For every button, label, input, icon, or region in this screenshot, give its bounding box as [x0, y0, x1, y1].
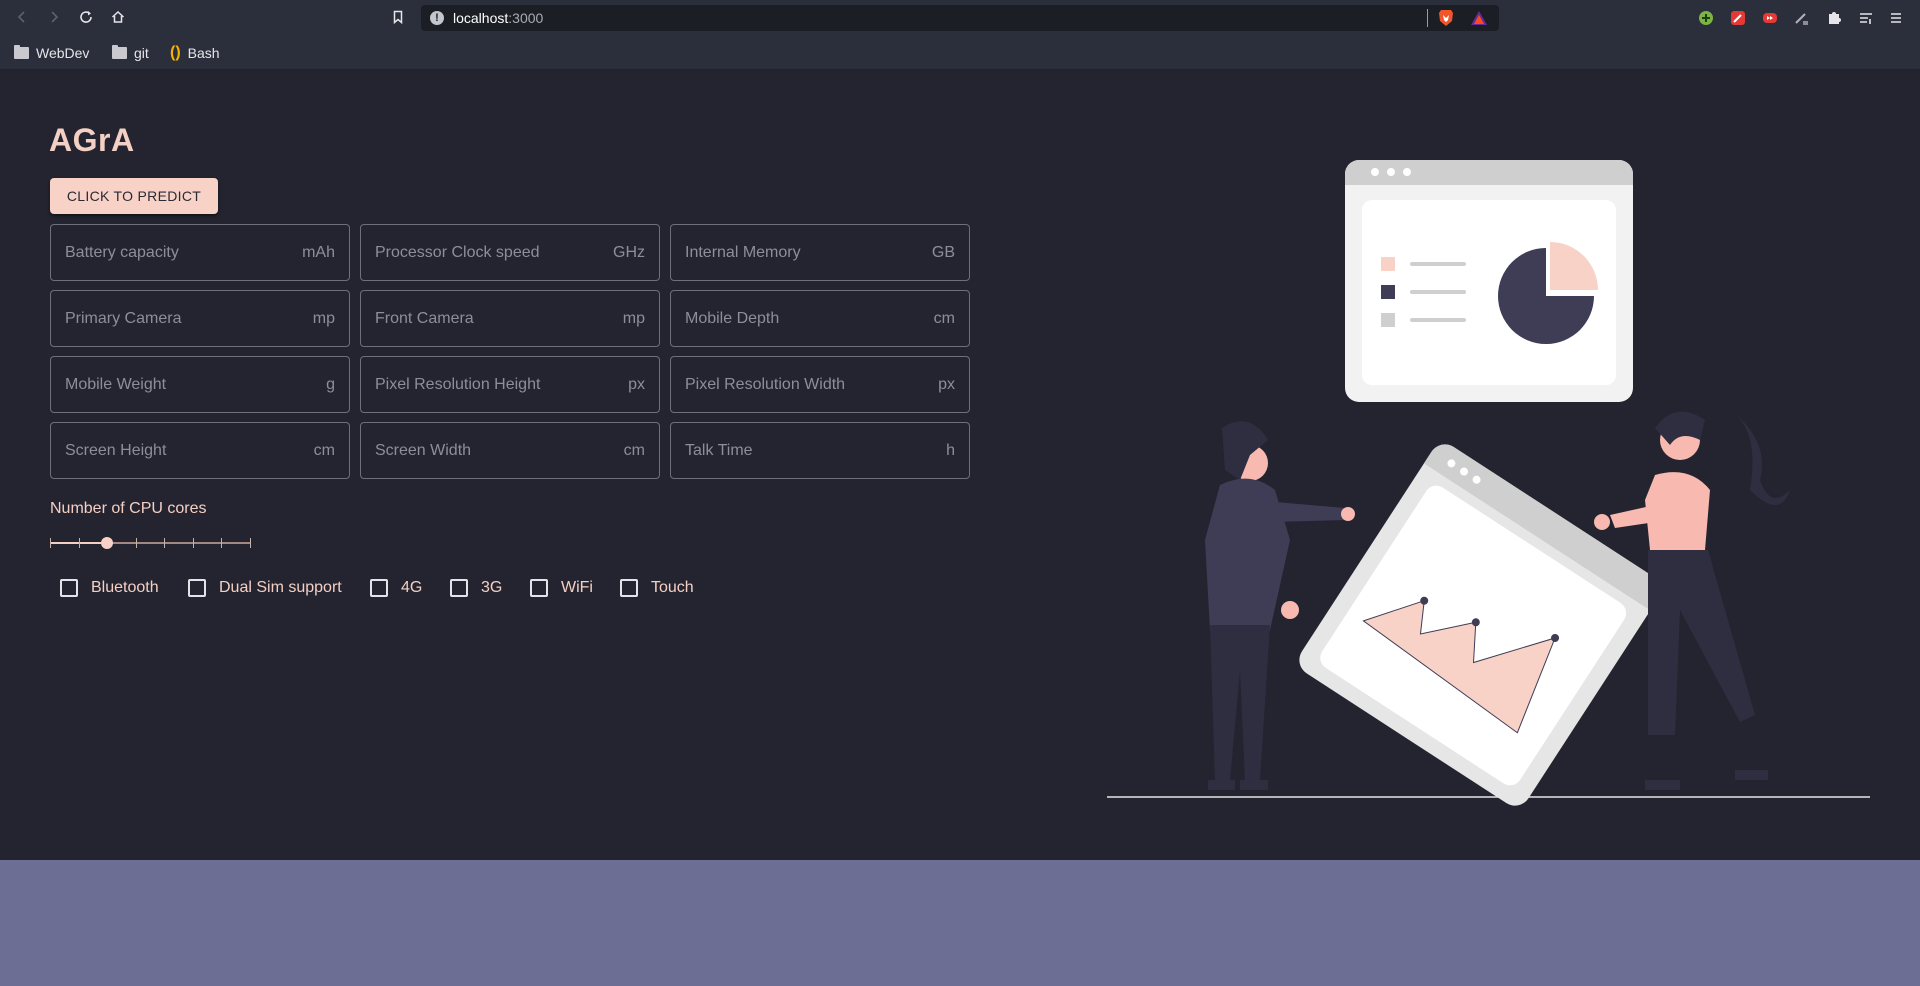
slider-tick — [135, 538, 137, 548]
checkbox-bluetooth[interactable]: Bluetooth — [60, 576, 159, 600]
extension-video-icon[interactable] — [1761, 9, 1779, 27]
checkbox-label: 4G — [401, 579, 423, 596]
spec-field[interactable]: mp — [50, 290, 350, 347]
checkbox-dual-sim-support[interactable]: Dual Sim support — [188, 576, 342, 600]
extension-plus-icon[interactable] — [1697, 9, 1715, 27]
spec-input[interactable] — [51, 357, 349, 412]
spec-field[interactable]: cm — [360, 422, 660, 479]
checkbox-box[interactable] — [60, 579, 78, 597]
unit-label: mp — [312, 310, 335, 327]
slider-tick — [78, 538, 80, 548]
checkbox-label: Touch — [651, 579, 694, 596]
pie-chart-window-graphic — [1345, 160, 1633, 402]
menu-icon[interactable] — [1887, 9, 1905, 27]
url-text: localhost:3000 — [453, 10, 544, 26]
spec-input[interactable] — [51, 423, 349, 478]
illustration — [1107, 160, 1870, 806]
checkbox-box[interactable] — [450, 579, 468, 597]
slider-tick — [164, 538, 166, 548]
spec-field[interactable]: GB — [670, 224, 970, 281]
spec-input[interactable] — [671, 357, 969, 412]
spec-input[interactable] — [361, 423, 659, 478]
brave-shield-icon[interactable] — [1437, 9, 1455, 27]
slider-tick — [50, 538, 51, 548]
spec-field[interactable]: mp — [360, 290, 660, 347]
spec-input[interactable] — [671, 291, 969, 346]
spec-field[interactable]: px — [670, 356, 970, 413]
spec-field[interactable]: cm — [50, 422, 350, 479]
app-title: AGrA — [49, 122, 135, 158]
bookmarks-bar: WebDev git () Bash — [0, 36, 1920, 70]
browser-toolbar: ! localhost:3000 — [0, 0, 1920, 36]
spec-field[interactable]: g — [50, 356, 350, 413]
unit-label: cm — [623, 442, 645, 459]
url-divider — [1427, 9, 1428, 27]
spec-field[interactable]: px — [360, 356, 660, 413]
checkbox-3g[interactable]: 3G — [450, 576, 502, 600]
unit-label: px — [628, 376, 645, 393]
bookmark-git[interactable]: git — [112, 43, 149, 63]
checkbox-touch[interactable]: Touch — [620, 576, 694, 600]
unit-label: px — [938, 376, 955, 393]
bookmark-bash[interactable]: () Bash — [170, 43, 220, 63]
checkbox-label: 3G — [481, 579, 503, 596]
checkbox-box[interactable] — [620, 579, 638, 597]
bookmark-icon[interactable] — [387, 6, 409, 28]
spec-input[interactable] — [671, 423, 969, 478]
spec-field[interactable]: mAh — [50, 224, 350, 281]
spec-input[interactable] — [361, 291, 659, 346]
bookmark-label: Bash — [187, 45, 220, 61]
checkbox-wifi[interactable]: WiFi — [530, 576, 593, 600]
spec-input[interactable] — [671, 225, 969, 280]
slider-tick — [192, 538, 194, 548]
spec-field[interactable]: h — [670, 422, 970, 479]
checkbox-label: Bluetooth — [91, 579, 159, 596]
slider-thumb[interactable] — [101, 537, 114, 549]
spec-field[interactable]: GHz — [360, 224, 660, 281]
bash-icon: () — [170, 44, 181, 61]
unit-label: mAh — [302, 244, 335, 261]
checkbox-4g[interactable]: 4G — [370, 576, 422, 600]
home-icon[interactable] — [107, 6, 129, 28]
address-bar[interactable]: ! localhost:3000 — [421, 5, 1499, 31]
extensions-puzzle-icon[interactable] — [1825, 9, 1843, 27]
checkbox-label: Dual Sim support — [219, 579, 342, 596]
unit-label: h — [946, 442, 955, 459]
extension-color-picker-icon[interactable] — [1793, 9, 1811, 27]
bookmark-label: git — [134, 45, 149, 61]
folder-icon — [14, 45, 29, 59]
bookmark-webdev[interactable]: WebDev — [14, 43, 89, 63]
checkbox-box[interactable] — [530, 579, 548, 597]
reload-icon[interactable] — [75, 6, 97, 28]
unit-label: g — [326, 376, 335, 393]
predict-button[interactable]: CLICK TO PREDICT — [50, 178, 218, 214]
forward-icon[interactable] — [43, 6, 65, 28]
folder-icon — [112, 45, 127, 59]
checkbox-box[interactable] — [188, 579, 206, 597]
spec-field[interactable]: cm — [670, 290, 970, 347]
tilted-screen-graphic — [1299, 444, 1661, 806]
cpu-cores-slider[interactable] — [50, 533, 252, 553]
unit-label: cm — [933, 310, 955, 327]
checkbox-label: WiFi — [561, 579, 593, 596]
brave-rewards-icon[interactable] — [1470, 9, 1488, 27]
page-content: AGrA CLICK TO PREDICT mAh GHz GB mp mp cm g px p… — [0, 70, 1920, 860]
reading-list-icon[interactable] — [1857, 9, 1875, 27]
unit-label: GB — [931, 244, 955, 261]
slider-tick — [250, 538, 251, 548]
spec-input[interactable] — [51, 291, 349, 346]
slider-tick — [221, 538, 223, 548]
extension-pen-icon[interactable] — [1729, 9, 1747, 27]
unit-label: GHz — [613, 244, 645, 261]
cpu-cores-label: Number of CPU cores — [50, 500, 207, 517]
unit-label: cm — [313, 442, 335, 459]
back-icon[interactable] — [11, 6, 33, 28]
spec-input[interactable] — [361, 357, 659, 412]
unit-label: mp — [622, 310, 645, 327]
site-info-icon[interactable]: ! — [430, 11, 444, 25]
bookmark-label: WebDev — [36, 45, 90, 61]
checkbox-box[interactable] — [370, 579, 388, 597]
